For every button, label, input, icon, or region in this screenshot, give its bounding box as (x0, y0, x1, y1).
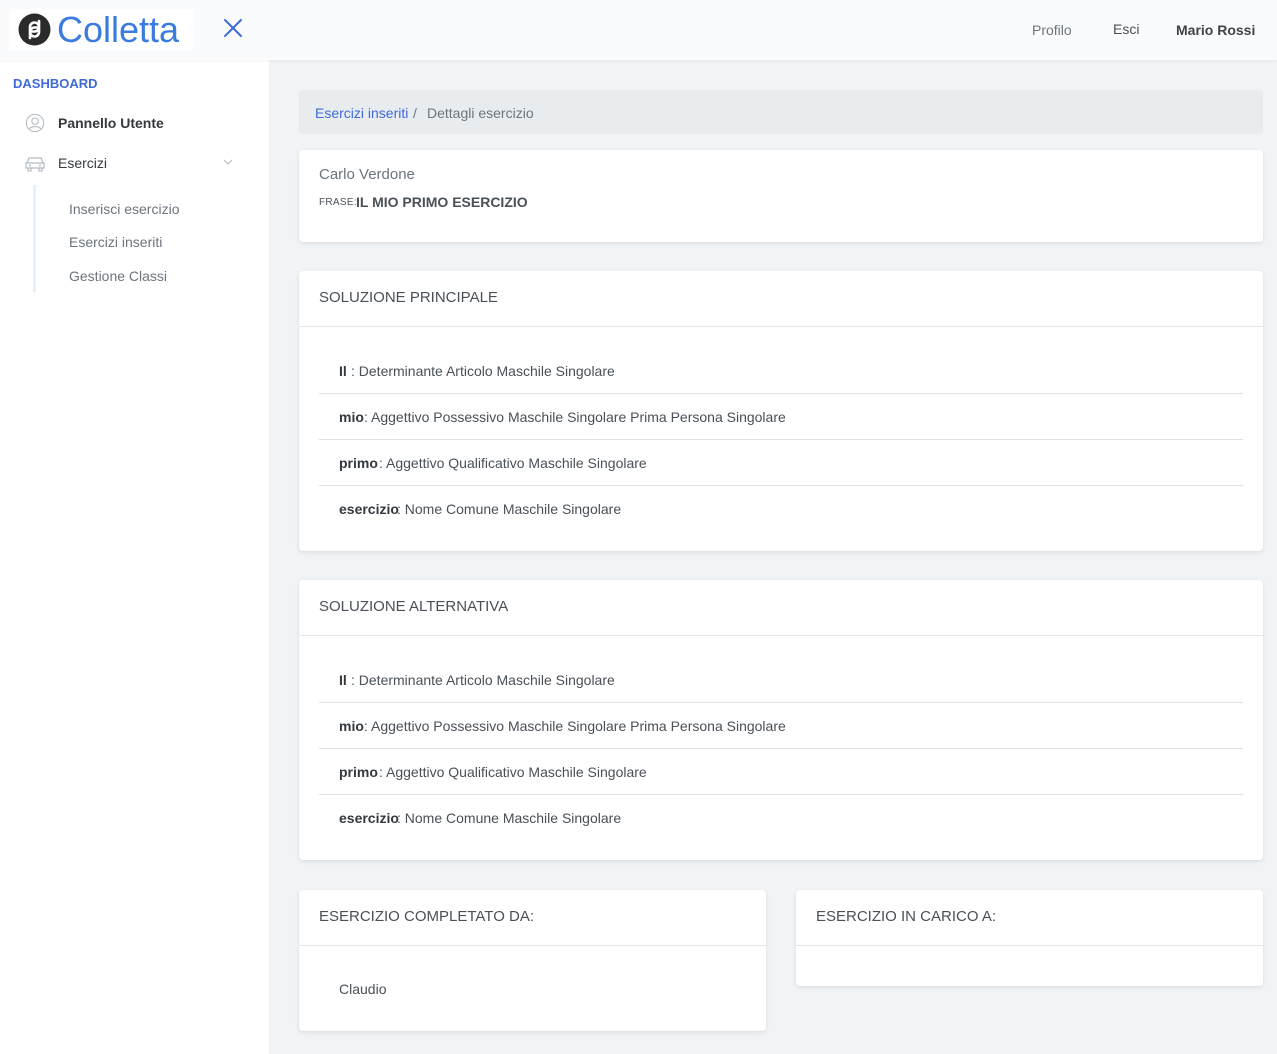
logo[interactable]: Colletta (10, 9, 193, 50)
token-analysis: : Aggettivo Possessivo Maschile Singolar… (364, 718, 786, 734)
nav-profile-link[interactable]: Profilo (1032, 22, 1072, 38)
card-header: ESERCIZIO COMPLETATO DA: (299, 890, 766, 946)
card-title: ESERCIZIO COMPLETATO DA: (319, 908, 535, 925)
user-name[interactable]: Mario Rossi (1176, 22, 1255, 38)
assigned-to-card: ESERCIZIO IN CARICO A: (796, 890, 1263, 986)
list-item: primo : Aggettivo Qualificativo Maschile… (319, 749, 1243, 795)
token-analysis: : Aggettivo Qualificativo Maschile Singo… (379, 455, 647, 471)
sidebar: DASHBOARD Pannello Utente Esercizi Inser… (0, 60, 269, 1054)
breadcrumb-separator: / (413, 105, 417, 121)
token-analysis: : Nome Comune Maschile Singolare (397, 810, 622, 826)
submenu-indicator (33, 185, 36, 292)
breadcrumb-link[interactable]: Esercizi inseriti (315, 105, 408, 121)
breadcrumb: Esercizi inseriti / Dettagli esercizio (299, 90, 1263, 134)
alt-solution-card: SOLUZIONE ALTERNATIVA Il : Determinante … (299, 580, 1263, 860)
card-header: ESERCIZIO IN CARICO A: (796, 890, 1263, 946)
student-name: Claudio (339, 981, 387, 997)
token-word: mio (339, 718, 364, 734)
close-icon[interactable] (220, 15, 246, 41)
card-header: SOLUZIONE ALTERNATIVA (299, 580, 1263, 636)
logo-text: Colletta (57, 9, 180, 50)
token-analysis: : Determinante Articolo Maschile Singola… (351, 363, 615, 379)
completed-by-card: ESERCIZIO COMPLETATO DA: Claudio (299, 890, 766, 1031)
breadcrumb-current: Dettagli esercizio (427, 105, 534, 121)
sidebar-item-label: Pannello Utente (58, 115, 164, 131)
list-item: esercizio : Nome Comune Maschile Singola… (319, 795, 1243, 841)
chevron-down-icon[interactable] (222, 157, 234, 167)
sidebar-item-pannello-utente[interactable]: Pannello Utente (0, 105, 269, 141)
token-word: esercizio (339, 810, 399, 826)
sidebar-subitem-gestione-classi[interactable]: Gestione Classi (69, 268, 167, 284)
token-analysis: : Aggettivo Qualificativo Maschile Singo… (379, 764, 647, 780)
list-item: mio : Aggettivo Possessivo Maschile Sing… (319, 394, 1243, 440)
token-analysis: : Aggettivo Possessivo Maschile Singolar… (364, 409, 786, 425)
top-bar: Colletta Profilo Esci Mario Rossi (0, 0, 1277, 60)
card-title: SOLUZIONE ALTERNATIVA (319, 598, 509, 615)
card-title: ESERCIZIO IN CARICO A: (816, 908, 997, 925)
nav-logout-link[interactable]: Esci (1113, 21, 1139, 37)
token-word: Il (339, 363, 347, 379)
token-word: primo (339, 764, 378, 780)
list-item: esercizio : Nome Comune Maschile Singola… (319, 486, 1243, 532)
token-word: esercizio (339, 501, 399, 517)
card-title: SOLUZIONE PRINCIPALE (319, 289, 498, 306)
token-word: primo (339, 455, 378, 471)
list-item: primo : Aggettivo Qualificativo Maschile… (319, 440, 1243, 486)
sidebar-heading: DASHBOARD (13, 76, 98, 91)
exercise-author: Carlo Verdone (319, 166, 415, 183)
sidebar-item-esercizi[interactable]: Esercizi (0, 145, 269, 181)
frase-label: FRASE: (319, 197, 357, 208)
sidebar-item-label: Esercizi (58, 155, 108, 171)
list-item: mio : Aggettivo Possessivo Maschile Sing… (319, 703, 1243, 749)
sidebar-subitem-esercizi-inseriti[interactable]: Esercizi inseriti (69, 234, 162, 250)
list-item: Il : Determinante Articolo Maschile Sing… (319, 657, 1243, 703)
car-icon (25, 157, 45, 172)
user-circle-icon (25, 113, 45, 133)
sidebar-subitem-inserisci-esercizio[interactable]: Inserisci esercizio (69, 201, 179, 217)
list-item: Il : Determinante Articolo Maschile Sing… (319, 348, 1243, 394)
token-analysis: : Nome Comune Maschile Singolare (397, 501, 622, 517)
token-word: Il (339, 672, 347, 688)
token-analysis: : Determinante Articolo Maschile Singola… (351, 672, 615, 688)
exercise-info-card: Carlo Verdone FRASE: IL MIO PRIMO ESERCI… (299, 150, 1263, 242)
frase-value: IL MIO PRIMO ESERCIZIO (356, 194, 528, 210)
logo-icon (18, 13, 51, 46)
token-word: mio (339, 409, 364, 425)
main-solution-card: SOLUZIONE PRINCIPALE Il : Determinante A… (299, 271, 1263, 551)
card-header: SOLUZIONE PRINCIPALE (299, 271, 1263, 327)
